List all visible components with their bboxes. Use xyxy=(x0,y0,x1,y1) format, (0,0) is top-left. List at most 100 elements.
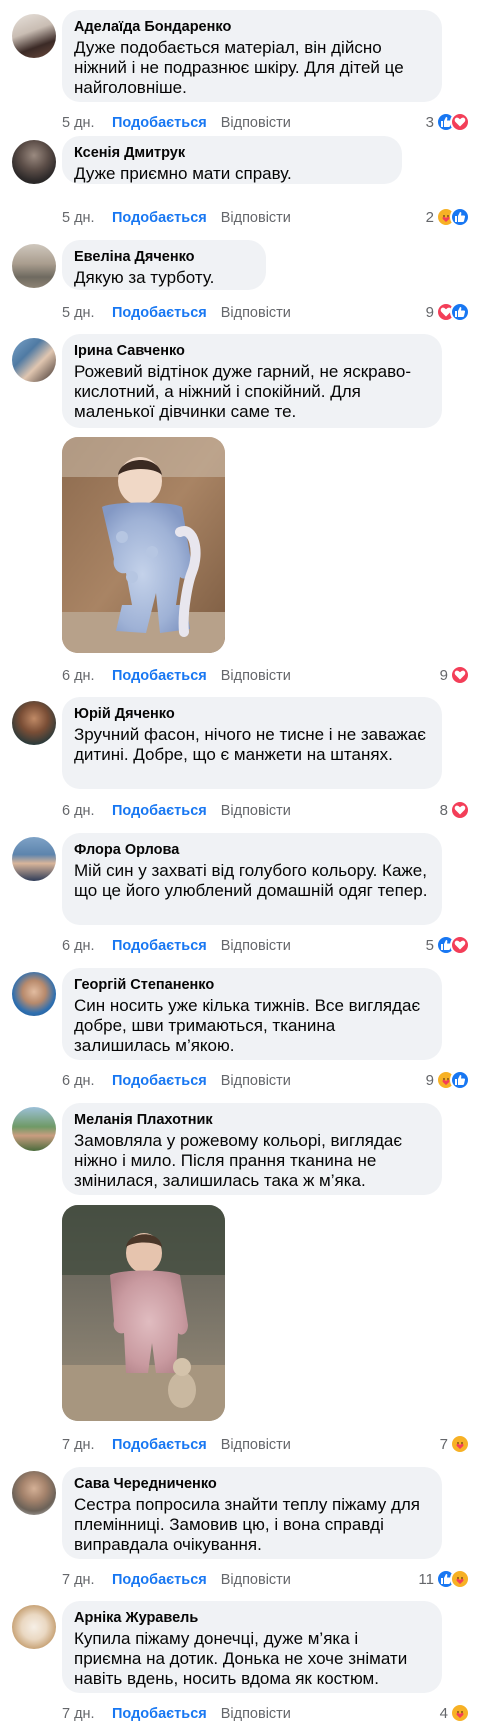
like-button[interactable]: Подобається xyxy=(112,115,207,131)
comment-time[interactable]: 6 дн. xyxy=(62,938,104,954)
reaction-summary[interactable]: 7 xyxy=(440,1433,470,1455)
comment-time[interactable]: 5 дн. xyxy=(62,305,104,321)
comment-author[interactable]: Георгій Степаненко xyxy=(74,976,430,994)
comment-author[interactable]: Евеліна Дяченко xyxy=(74,248,254,266)
comment-time[interactable]: 6 дн. xyxy=(62,668,104,684)
avatar[interactable] xyxy=(12,837,56,881)
comment-text: Рожевий відтінок дуже гарний, не яскраво… xyxy=(74,362,412,421)
comment-author[interactable]: Ірина Савченко xyxy=(74,342,430,360)
heart-icon xyxy=(450,800,470,820)
reaction-count: 9 xyxy=(439,666,448,684)
comment-author[interactable]: Флора Орлова xyxy=(74,841,430,859)
comment-actions: 5 дн. Подобається Відповісти xyxy=(62,113,291,133)
like-icon xyxy=(450,207,470,227)
avatar[interactable] xyxy=(12,1471,56,1515)
comment-time[interactable]: 6 дн. xyxy=(62,1073,104,1089)
attached-photo[interactable] xyxy=(62,1205,225,1421)
like-button[interactable]: Подобається xyxy=(112,1437,207,1453)
comment-actions: 6 дн. Подобається Відповісти xyxy=(62,666,291,686)
comment-text: Зручний фасон, нічого не тисне і не зава… xyxy=(74,725,426,764)
comment-actions: 6 дн. Подобається Відповісти xyxy=(62,801,291,821)
reaction-count: 5 xyxy=(425,936,434,954)
reaction-count: 9 xyxy=(425,1071,434,1089)
like-button[interactable]: Подобається xyxy=(112,668,207,684)
comment-bubble: Меланія Плахотник Замовляла у рожевому к… xyxy=(62,1103,442,1195)
comment-bubble: Юрій Дяченко Зручний фасон, нічого не ти… xyxy=(62,697,442,789)
heart-icon xyxy=(450,112,470,132)
comment-author[interactable]: Юрій Дяченко xyxy=(74,705,430,723)
comment-time[interactable]: 7 дн. xyxy=(62,1572,104,1588)
reply-button[interactable]: Відповісти xyxy=(221,938,291,954)
like-button[interactable]: Подобається xyxy=(112,1572,207,1588)
comment-bubble: Арніка Журавель Купила піжаму донечці, д… xyxy=(62,1601,442,1693)
attached-photo[interactable] xyxy=(62,437,225,653)
reaction-summary[interactable]: 3 xyxy=(426,111,470,133)
avatar[interactable] xyxy=(12,338,56,382)
comment-time[interactable]: 6 дн. xyxy=(62,803,104,819)
reaction-summary[interactable]: 8 xyxy=(440,799,470,821)
heart-icon xyxy=(450,665,470,685)
reply-button[interactable]: Відповісти xyxy=(221,1437,291,1453)
avatar[interactable] xyxy=(12,701,56,745)
reaction-summary[interactable]: 9 xyxy=(426,301,470,323)
comment-author[interactable]: Ксенія Дмитрук xyxy=(74,144,390,162)
reaction-summary[interactable]: 11 xyxy=(418,1568,470,1590)
comment-author[interactable]: Аделаїда Бондаренко xyxy=(74,18,430,36)
comment-time[interactable]: 7 дн. xyxy=(62,1706,104,1722)
reply-button[interactable]: Відповісти xyxy=(221,1073,291,1089)
reply-button[interactable]: Відповісти xyxy=(221,115,291,131)
care-icon xyxy=(450,1703,470,1723)
reaction-count: 9 xyxy=(425,303,434,321)
comment-actions: 7 дн. Подобається Відповісти xyxy=(62,1570,291,1590)
reaction-summary[interactable]: 4 xyxy=(440,1702,470,1724)
comment-author[interactable]: Сава Чередниченко xyxy=(74,1475,430,1493)
like-button[interactable]: Подобається xyxy=(112,210,207,226)
avatar[interactable] xyxy=(12,1605,56,1649)
care-icon xyxy=(450,1569,470,1589)
comment-author[interactable]: Арніка Журавель xyxy=(74,1609,430,1627)
reaction-count: 3 xyxy=(425,113,434,131)
like-button[interactable]: Подобається xyxy=(112,938,207,954)
like-button[interactable]: Подобається xyxy=(112,1073,207,1089)
reply-button[interactable]: Відповісти xyxy=(221,1572,291,1588)
comment-bubble: Георгій Степаненко Син носить уже кілька… xyxy=(62,968,442,1060)
comment-text: Син носить уже кілька тижнів. Все вигляд… xyxy=(74,996,421,1055)
reaction-summary[interactable]: 9 xyxy=(440,664,470,686)
comment-actions: 5 дн. Подобається Відповісти xyxy=(62,208,291,228)
avatar[interactable] xyxy=(12,244,56,288)
reply-button[interactable]: Відповісти xyxy=(221,803,291,819)
comment-time[interactable]: 5 дн. xyxy=(62,115,104,131)
care-icon xyxy=(450,1434,470,1454)
like-button[interactable]: Подобається xyxy=(112,1706,207,1722)
comment-time[interactable]: 5 дн. xyxy=(62,210,104,226)
comment-text: Купила піжаму донечці, дуже м’яка і приє… xyxy=(74,1629,408,1688)
avatar[interactable] xyxy=(12,1107,56,1151)
like-button[interactable]: Подобається xyxy=(112,803,207,819)
comment-actions: 6 дн. Подобається Відповісти xyxy=(62,936,291,956)
avatar[interactable] xyxy=(12,14,56,58)
comment-text: Дякую за турботу. xyxy=(74,268,215,287)
comment-author[interactable]: Меланія Плахотник xyxy=(74,1111,430,1129)
reply-button[interactable]: Відповісти xyxy=(221,1706,291,1722)
reaction-summary[interactable]: 9 xyxy=(426,1069,470,1091)
comment-actions: 5 дн. Подобається Відповісти xyxy=(62,303,291,323)
reply-button[interactable]: Відповісти xyxy=(221,210,291,226)
like-button[interactable]: Подобається xyxy=(112,305,207,321)
reaction-count: 8 xyxy=(439,801,448,819)
reaction-summary[interactable]: 5 xyxy=(426,934,470,956)
reply-button[interactable]: Відповісти xyxy=(221,668,291,684)
avatar[interactable] xyxy=(12,140,56,184)
reaction-count: 11 xyxy=(418,1570,434,1588)
comment-actions: 6 дн. Подобається Відповісти xyxy=(62,1071,291,1091)
comment-actions: 7 дн. Подобається Відповісти xyxy=(62,1435,291,1455)
comment-bubble: Сава Чередниченко Сестра попросила знайт… xyxy=(62,1467,442,1559)
reply-button[interactable]: Відповісти xyxy=(221,305,291,321)
comment-time[interactable]: 7 дн. xyxy=(62,1437,104,1453)
comment-bubble: Ксенія Дмитрук Дуже приємно мати справу. xyxy=(62,136,402,184)
like-icon xyxy=(450,1070,470,1090)
comment-text: Мій син у захваті від голубого кольору. … xyxy=(74,861,428,900)
comment-bubble: Евеліна Дяченко Дякую за турботу. xyxy=(62,240,266,290)
avatar[interactable] xyxy=(12,972,56,1016)
heart-icon xyxy=(450,935,470,955)
reaction-summary[interactable]: 2 xyxy=(426,206,470,228)
